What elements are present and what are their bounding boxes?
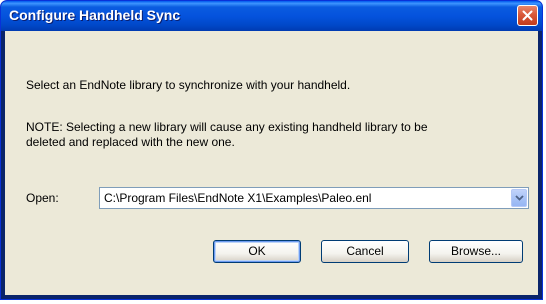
note-text-line2: deleted and replaced with the new one. bbox=[26, 135, 235, 149]
cancel-button[interactable]: Cancel bbox=[321, 240, 409, 263]
dialog-window: Configure Handheld Sync Select an EndNot… bbox=[0, 0, 543, 300]
close-icon bbox=[522, 10, 533, 21]
open-label: Open: bbox=[26, 191, 59, 205]
dialog-content: Select an EndNote library to synchronize… bbox=[5, 31, 538, 295]
browse-button[interactable]: Browse... bbox=[429, 240, 523, 263]
window-title: Configure Handheld Sync bbox=[9, 7, 181, 23]
open-library-combobox[interactable]: C:\Program Files\EndNote X1\Examples\Pal… bbox=[99, 187, 529, 209]
close-button[interactable] bbox=[517, 5, 538, 26]
open-library-path: C:\Program Files\EndNote X1\Examples\Pal… bbox=[104, 191, 372, 205]
dropdown-button[interactable] bbox=[511, 189, 527, 207]
chevron-down-icon bbox=[514, 195, 524, 201]
intro-text: Select an EndNote library to synchronize… bbox=[26, 78, 351, 92]
ok-button[interactable]: OK bbox=[213, 240, 301, 263]
note-text-line1: NOTE: Selecting a new library will cause… bbox=[26, 120, 428, 134]
title-bar[interactable]: Configure Handheld Sync bbox=[1, 1, 542, 31]
